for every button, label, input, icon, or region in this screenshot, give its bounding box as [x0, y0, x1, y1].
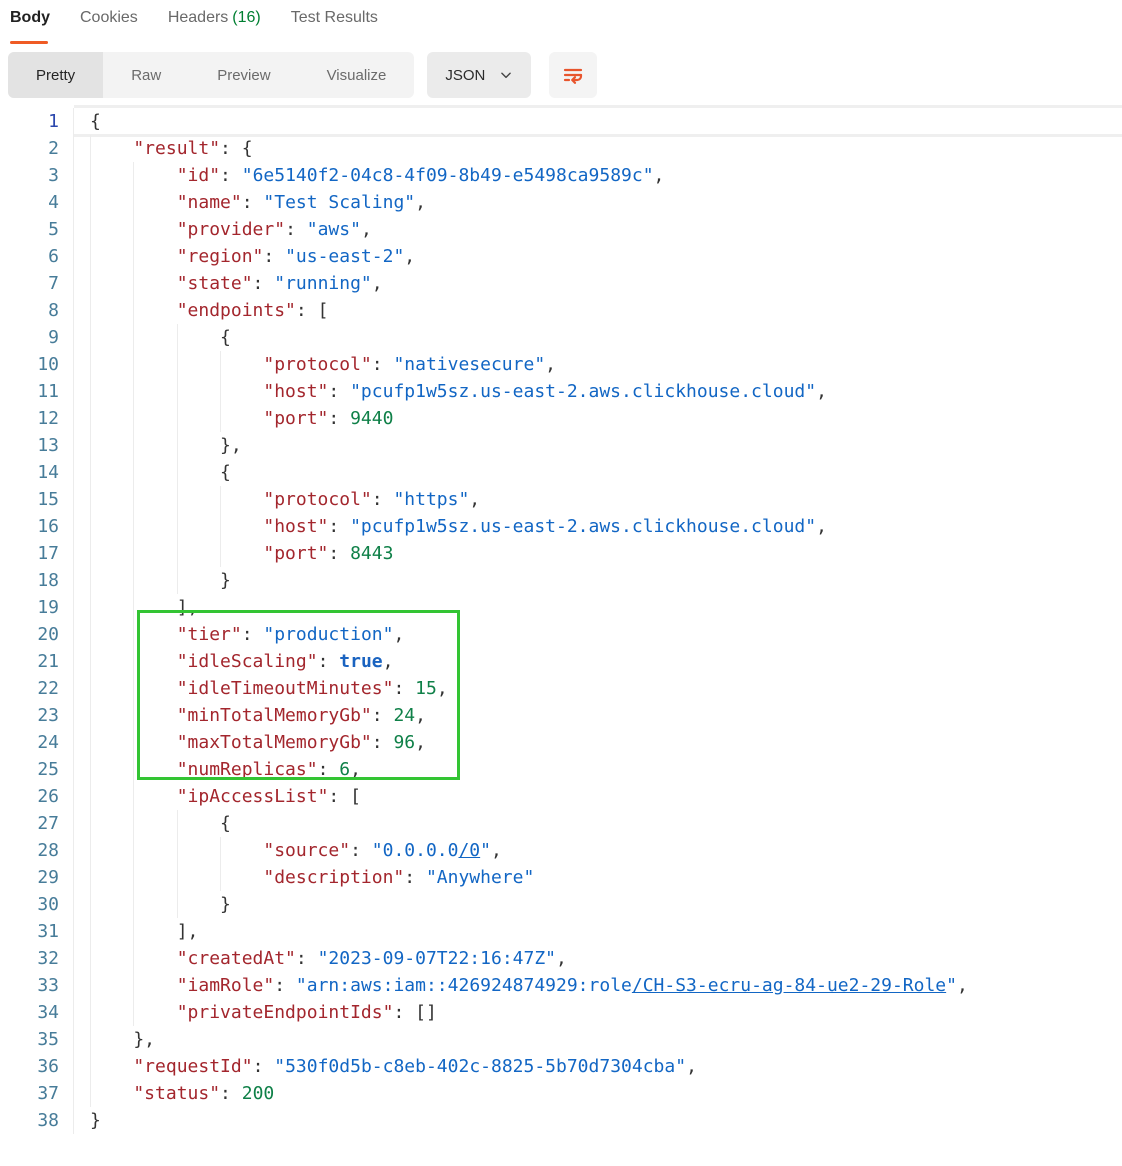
language-dropdown[interactable]: JSON: [427, 52, 531, 98]
view-mode-switcher: Pretty Raw Preview Visualize: [8, 52, 414, 98]
line-number: 6: [0, 243, 74, 270]
line-number: 35: [0, 1026, 74, 1053]
body-view-toolbar: Pretty Raw Preview Visualize JSON: [8, 52, 1122, 98]
tab-headers-label: Headers: [168, 9, 228, 26]
line-number: 14: [0, 459, 74, 486]
line-number: 18: [0, 567, 74, 594]
code-line: 32"createdAt": "2023-09-07T22:16:47Z",: [0, 945, 1122, 972]
language-dropdown-label: JSON: [445, 67, 485, 84]
code-line: 34"privateEndpointIds": []: [0, 999, 1122, 1026]
line-number: 10: [0, 351, 74, 378]
view-visualize-button[interactable]: Visualize: [299, 52, 415, 98]
code-line: 16"host": "pcufp1w5sz.us-east-2.aws.clic…: [0, 513, 1122, 540]
tab-test-results[interactable]: Test Results: [291, 7, 378, 44]
line-number: 32: [0, 945, 74, 972]
tab-body[interactable]: Body: [10, 7, 50, 44]
code-line: 27{: [0, 810, 1122, 837]
line-number: 29: [0, 864, 74, 891]
code-line: 2"result": {: [0, 135, 1122, 162]
response-tabs: Body Cookies Headers(16) Test Results: [0, 0, 1122, 44]
line-number: 33: [0, 972, 74, 999]
line-number: 22: [0, 675, 74, 702]
line-number: 19: [0, 594, 74, 621]
code-line: 21"idleScaling": true,: [0, 648, 1122, 675]
code-line: 15"protocol": "https",: [0, 486, 1122, 513]
code-line: 18}: [0, 567, 1122, 594]
line-number: 17: [0, 540, 74, 567]
line-number: 36: [0, 1053, 74, 1080]
tab-test-results-label: Test Results: [291, 9, 378, 26]
code-line: 17"port": 8443: [0, 540, 1122, 567]
view-preview-button[interactable]: Preview: [189, 52, 298, 98]
code-line: 12"port": 9440: [0, 405, 1122, 432]
code-line: 26"ipAccessList": [: [0, 783, 1122, 810]
code-line: 35},: [0, 1026, 1122, 1053]
line-number: 3: [0, 162, 74, 189]
line-number: 25: [0, 756, 74, 783]
code-line: 11"host": "pcufp1w5sz.us-east-2.aws.clic…: [0, 378, 1122, 405]
code-line: 7"state": "running",: [0, 270, 1122, 297]
tab-headers[interactable]: Headers(16): [168, 7, 261, 44]
wrap-text-button[interactable]: [549, 52, 597, 98]
wrap-text-icon: [561, 63, 585, 87]
code-line: 14{: [0, 459, 1122, 486]
headers-count-badge: (16): [232, 9, 260, 26]
line-number: 34: [0, 999, 74, 1026]
code-line: 38}: [0, 1107, 1122, 1134]
code-line: 1{: [0, 108, 1122, 135]
code-line: 23"minTotalMemoryGb": 24,: [0, 702, 1122, 729]
code-line: 37"status": 200: [0, 1080, 1122, 1107]
code-line: 10"protocol": "nativesecure",: [0, 351, 1122, 378]
chevron-down-icon: [499, 68, 513, 82]
code-line: 9{: [0, 324, 1122, 351]
response-body-editor[interactable]: 1{2"result": {3"id": "6e5140f2-04c8-4f09…: [0, 103, 1122, 1134]
code-line: 31],: [0, 918, 1122, 945]
line-number: 12: [0, 405, 74, 432]
line-number: 24: [0, 729, 74, 756]
code-line: 8"endpoints": [: [0, 297, 1122, 324]
code-line: 5"provider": "aws",: [0, 216, 1122, 243]
view-raw-button[interactable]: Raw: [103, 52, 189, 98]
code-line: 4"name": "Test Scaling",: [0, 189, 1122, 216]
code-line: 25"numReplicas": 6,: [0, 756, 1122, 783]
line-number: 4: [0, 189, 74, 216]
tab-cookies-label: Cookies: [80, 9, 138, 26]
line-number: 1: [0, 108, 74, 135]
view-pretty-button[interactable]: Pretty: [8, 52, 103, 98]
line-number: 7: [0, 270, 74, 297]
line-number: 31: [0, 918, 74, 945]
code-line: 20"tier": "production",: [0, 621, 1122, 648]
tab-cookies[interactable]: Cookies: [80, 7, 138, 44]
line-number: 5: [0, 216, 74, 243]
line-number: 30: [0, 891, 74, 918]
line-number: 27: [0, 810, 74, 837]
line-number: 20: [0, 621, 74, 648]
line-number: 9: [0, 324, 74, 351]
code-line: 29"description": "Anywhere": [0, 864, 1122, 891]
line-number: 11: [0, 378, 74, 405]
line-number: 8: [0, 297, 74, 324]
tab-body-label: Body: [10, 9, 50, 26]
line-number: 21: [0, 648, 74, 675]
code-line: 24"maxTotalMemoryGb": 96,: [0, 729, 1122, 756]
code-line: 13},: [0, 432, 1122, 459]
line-number: 13: [0, 432, 74, 459]
code-line: 30}: [0, 891, 1122, 918]
line-number: 15: [0, 486, 74, 513]
line-number: 16: [0, 513, 74, 540]
code-line: 28"source": "0.0.0.0/0",: [0, 837, 1122, 864]
code-line: 36"requestId": "530f0d5b-c8eb-402c-8825-…: [0, 1053, 1122, 1080]
line-number: 2: [0, 135, 74, 162]
code-line: 22"idleTimeoutMinutes": 15,: [0, 675, 1122, 702]
line-number: 23: [0, 702, 74, 729]
code-line: 6"region": "us-east-2",: [0, 243, 1122, 270]
line-number: 37: [0, 1080, 74, 1107]
code-line: 3"id": "6e5140f2-04c8-4f09-8b49-e5498ca9…: [0, 162, 1122, 189]
code-line: 33"iamRole": "arn:aws:iam::426924874929:…: [0, 972, 1122, 999]
line-number: 28: [0, 837, 74, 864]
code-line: 19],: [0, 594, 1122, 621]
line-number: 26: [0, 783, 74, 810]
code-lines: 1{2"result": {3"id": "6e5140f2-04c8-4f09…: [0, 103, 1122, 1134]
line-number: 38: [0, 1107, 74, 1134]
